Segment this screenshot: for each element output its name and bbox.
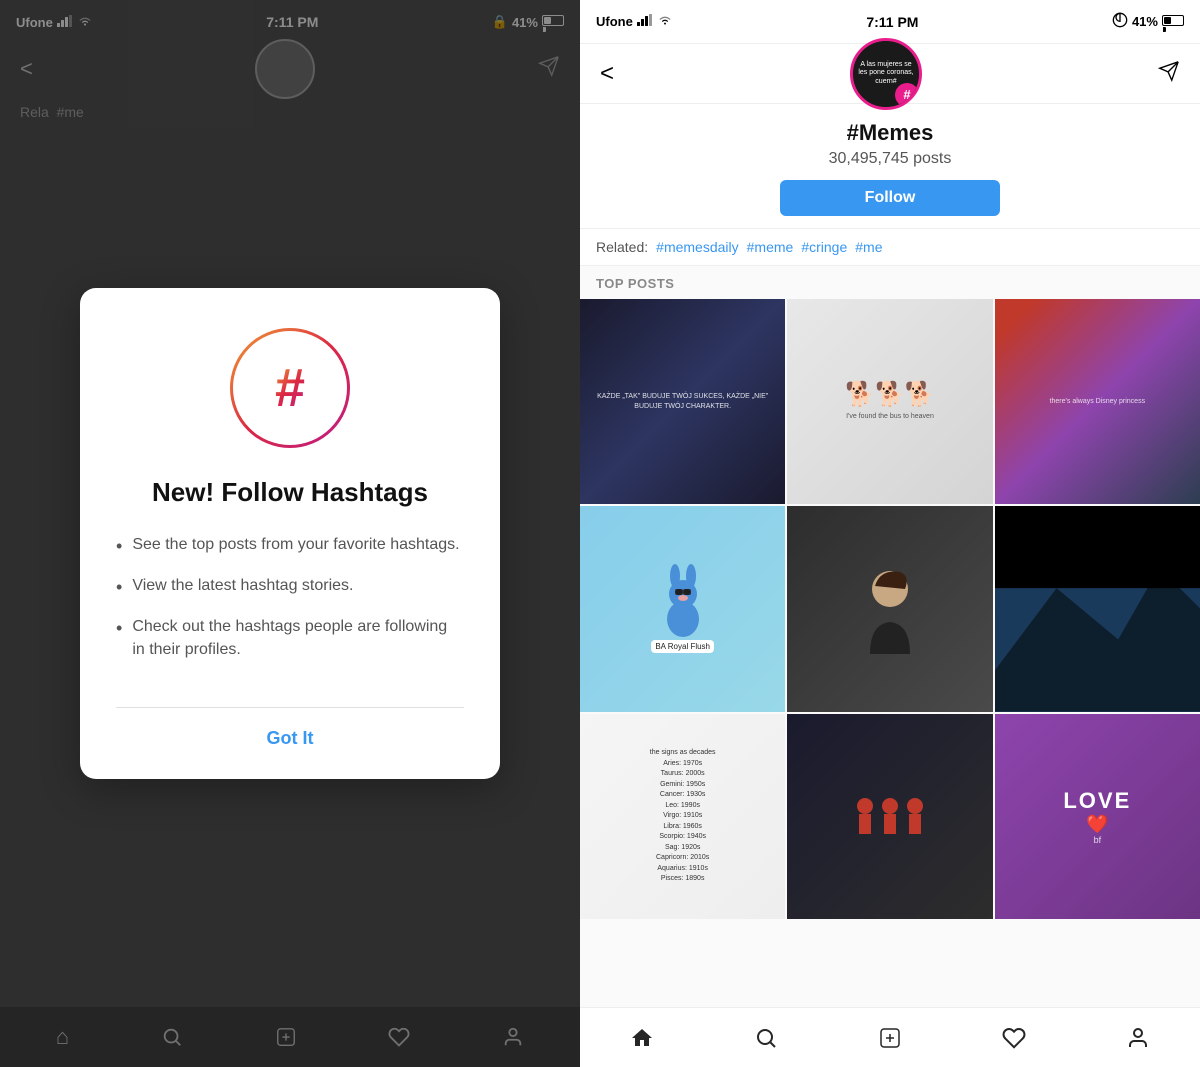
related-tag-1[interactable]: #memesdaily <box>656 239 738 255</box>
right-panel: Ufone 7:11 PM <box>580 0 1200 1067</box>
profile-name: #Memes <box>847 120 934 146</box>
post-6[interactable] <box>995 506 1200 711</box>
right-send-button[interactable] <box>1158 60 1180 88</box>
feature-text-3: Check out the hashtags people are follow… <box>132 616 464 661</box>
related-tag-3[interactable]: #cringe <box>801 239 847 255</box>
modal-feature-1: • See the top posts from your favorite h… <box>116 534 464 559</box>
post-3-inner: there's always Disney princess <box>995 299 1200 504</box>
modal-feature-3: • Check out the hashtags people are foll… <box>116 616 464 661</box>
post-5-inner <box>787 506 992 711</box>
bullet-2: • <box>116 575 122 600</box>
modal-features: • See the top posts from your favorite h… <box>116 534 464 677</box>
post-8[interactable] <box>787 714 992 919</box>
profile-posts-count: 30,495,745 posts <box>829 150 952 168</box>
post-4-inner: BA Royal Flush <box>580 506 785 711</box>
follow-button[interactable]: Follow <box>780 180 1000 216</box>
right-status-left: Ufone <box>596 14 673 29</box>
modal-divider <box>116 707 464 708</box>
hashtag-symbol: # <box>275 361 305 415</box>
right-carrier: Ufone <box>596 14 633 29</box>
got-it-button[interactable]: Got It <box>267 728 314 749</box>
top-posts-section: TOP POSTS KAŻDE „TAK" BUDUJE TWÓJ SUKCES… <box>580 266 1200 1007</box>
related-bar: Related: #memesdaily #meme #cringe #me <box>580 229 1200 266</box>
post-6-inner <box>995 506 1200 711</box>
right-add-icon[interactable] <box>878 1026 902 1050</box>
left-panel: Ufone 7:11 PM 🔒 41% <box>0 0 580 1067</box>
right-bottom-nav <box>580 1007 1200 1067</box>
hashtag-badge: # <box>895 83 919 107</box>
feature-text-1: See the top posts from your favorite has… <box>132 534 459 556</box>
right-time: 7:11 PM <box>866 14 918 30</box>
hashtag-icon-circle: # <box>230 328 350 448</box>
post-5[interactable] <box>787 506 992 711</box>
top-posts-header: TOP POSTS <box>580 266 1200 299</box>
post-2-inner: 🐕🐕🐕 I've found the bus to heaven <box>787 299 992 504</box>
right-search-icon[interactable] <box>754 1026 778 1050</box>
post-7-inner: the signs as decadesAries: 1970sTaurus: … <box>580 714 785 919</box>
right-battery-pct: 41% <box>1132 14 1158 29</box>
post-1-inner: KAŻDE „TAK" BUDUJE TWÓJ SUKCES, KAŻDE „N… <box>580 299 785 504</box>
modal-overlay: # New! Follow Hashtags • See the top pos… <box>0 0 580 1067</box>
right-profile-icon[interactable] <box>1126 1026 1150 1050</box>
right-wifi-icon <box>657 14 673 29</box>
bullet-3: • <box>116 616 122 641</box>
post-9[interactable]: LOVE ❤️ bf <box>995 714 1200 919</box>
modal-title: New! Follow Hashtags <box>152 476 428 510</box>
related-label: Related: <box>596 239 648 255</box>
profile-section: #Memes 30,495,745 posts Follow <box>580 104 1200 229</box>
right-status-right: 41% <box>1112 12 1184 32</box>
modal-card: # New! Follow Hashtags • See the top pos… <box>80 288 500 779</box>
right-nav-bar: < A las mujeres se les pone coronas, cue… <box>580 44 1200 104</box>
post-3[interactable]: there's always Disney princess <box>995 299 1200 504</box>
post-2[interactable]: 🐕🐕🐕 I've found the bus to heaven <box>787 299 992 504</box>
post-7[interactable]: the signs as decadesAries: 1970sTaurus: … <box>580 714 785 919</box>
post-4[interactable]: BA Royal Flush <box>580 506 785 711</box>
right-nav-avatar: A las mujeres se les pone coronas, cuern… <box>850 38 922 110</box>
post-1[interactable]: KAŻDE „TAK" BUDUJE TWÓJ SUKCES, KAŻDE „N… <box>580 299 785 504</box>
feature-text-2: View the latest hashtag stories. <box>132 575 353 597</box>
related-tag-4[interactable]: #me <box>855 239 882 255</box>
right-battery-icon <box>1162 12 1184 32</box>
post-9-inner: LOVE ❤️ bf <box>995 714 1200 919</box>
right-home-icon[interactable] <box>630 1026 654 1050</box>
right-signal-icon <box>637 14 653 29</box>
right-location-icon <box>1112 12 1128 31</box>
right-heart-icon[interactable] <box>1002 1026 1026 1050</box>
post-8-inner <box>787 714 992 919</box>
modal-feature-2: • View the latest hashtag stories. <box>116 575 464 600</box>
right-back-button[interactable]: < <box>600 60 614 88</box>
related-tag-2[interactable]: #meme <box>747 239 794 255</box>
bullet-1: • <box>116 534 122 559</box>
posts-grid: KAŻDE „TAK" BUDUJE TWÓJ SUKCES, KAŻDE „N… <box>580 299 1200 919</box>
